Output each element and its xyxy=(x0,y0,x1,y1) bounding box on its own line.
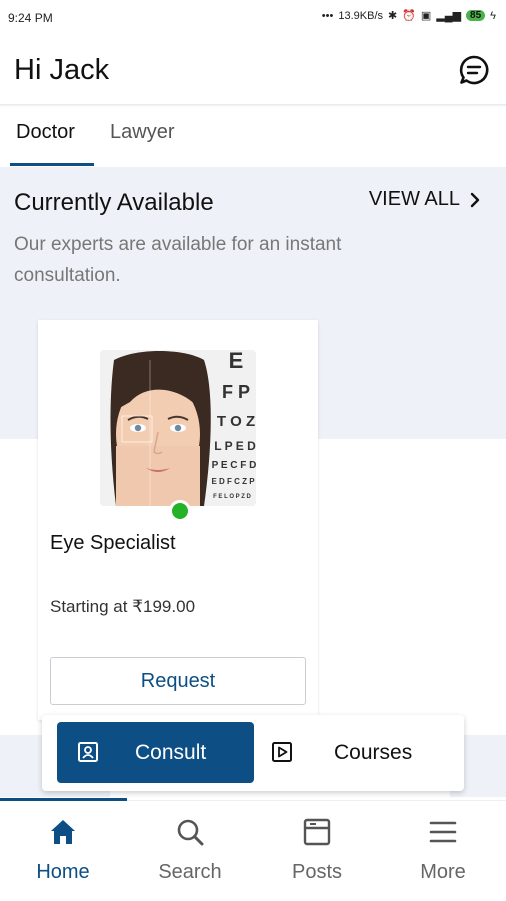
nav-more[interactable]: More xyxy=(380,801,506,901)
request-button[interactable]: Request xyxy=(50,657,306,705)
chat-icon[interactable] xyxy=(458,54,490,86)
home-icon xyxy=(48,817,78,852)
nav-more-label: More xyxy=(420,861,466,883)
search-icon xyxy=(175,817,205,852)
expert-price: Starting at ₹199.00 xyxy=(50,597,196,616)
view-all-button[interactable]: VIEW ALL xyxy=(369,188,480,211)
view-all-label: VIEW ALL xyxy=(368,188,460,210)
consult-id-card-icon xyxy=(77,741,99,768)
eye-chart-line: P E C F D xyxy=(212,460,256,471)
eye-chart-line: T O Z xyxy=(217,413,255,430)
play-square-icon xyxy=(271,741,293,768)
expert-specialty: Eye Specialist xyxy=(50,532,176,554)
courses-toggle-button[interactable]: Courses xyxy=(257,722,457,783)
status-icons: ••• 13.9KB/s ✱ ⏰ ▣ ▂▄▆ 85 ϟ xyxy=(321,9,496,23)
battery-icon: 85 xyxy=(466,10,486,21)
status-time: 9:24 PM xyxy=(8,11,53,25)
posts-icon xyxy=(302,817,332,852)
charging-icon: ϟ xyxy=(490,9,496,22)
alarm-icon: ⏰ xyxy=(402,10,416,22)
app-bar: Hi Jack xyxy=(0,34,506,104)
tab-lawyer[interactable]: Lawyer xyxy=(110,121,174,144)
nav-posts-label: Posts xyxy=(291,861,343,883)
signal-icon: ▂▄▆ xyxy=(436,10,462,22)
consult-label: Consult xyxy=(135,741,207,764)
more-dots-icon: ••• xyxy=(321,9,334,22)
expert-avatar: E F P T O Z L P E D P E C F D E D F C Z … xyxy=(100,350,256,506)
nav-search[interactable]: Search xyxy=(127,801,253,901)
section-title: Currently Available xyxy=(14,189,214,216)
tab-doctor[interactable]: Doctor xyxy=(16,121,75,144)
eye-chart-line: E D F C Z P xyxy=(211,477,255,486)
sim-icon: ▣ xyxy=(420,10,432,22)
nav-search-label: Search xyxy=(158,861,222,883)
menu-icon xyxy=(428,817,458,852)
courses-label: Courses xyxy=(334,741,413,764)
online-status-dot xyxy=(169,500,191,522)
eye-chart-line: L P E D xyxy=(214,439,256,453)
bluetooth-icon: ✱ xyxy=(388,10,398,22)
eye-chart-line: E xyxy=(229,350,244,373)
nav-home-label: Home xyxy=(36,861,90,883)
nav-home[interactable]: Home xyxy=(0,801,126,901)
nav-posts[interactable]: Posts xyxy=(254,801,380,901)
expert-card[interactable]: E F P T O Z L P E D P E C F D E D F C Z … xyxy=(38,320,318,720)
tab-indicator xyxy=(10,163,94,166)
consult-toggle-button[interactable]: Consult xyxy=(57,722,254,783)
greeting-title: Hi Jack xyxy=(14,54,110,86)
net-speed: 13.9KB/s xyxy=(338,9,383,22)
eye-chart-line: F P xyxy=(222,382,250,402)
mode-switcher: Consult Courses xyxy=(42,715,464,791)
section-subtitle: Our experts are available for an instant… xyxy=(14,234,342,286)
chevron-right-icon xyxy=(470,192,480,207)
eye-chart-line: F E L O P Z D xyxy=(213,494,251,500)
category-tabs: Doctor Lawyer xyxy=(0,107,506,167)
status-bar: 9:24 PM ••• 13.9KB/s ✱ ⏰ ▣ ▂▄▆ 85 ϟ xyxy=(0,0,506,34)
bottom-navigation: Home Search Posts More xyxy=(0,798,506,901)
